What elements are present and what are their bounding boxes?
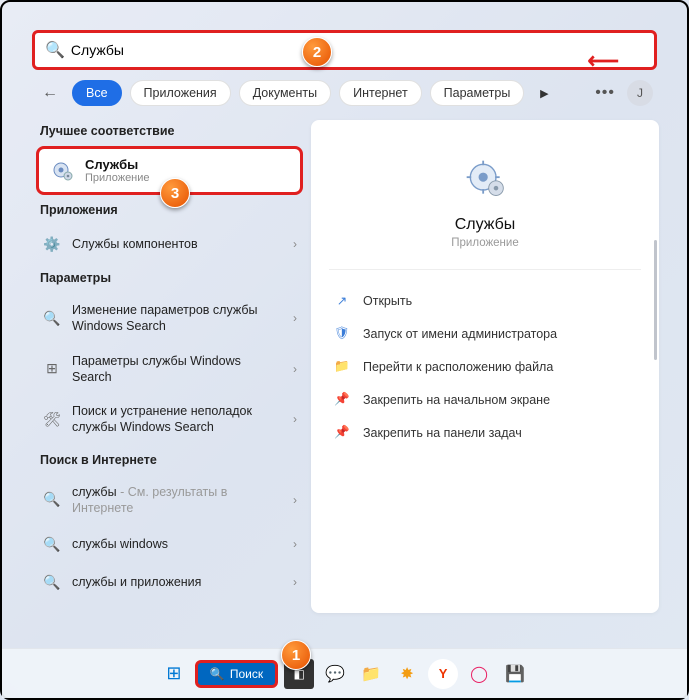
settings-result-item[interactable]: 🛠 Поиск и устранение неполадок службы Wi… <box>36 394 303 445</box>
admin-icon: 🛡 <box>333 326 351 341</box>
action-label: Закрепить на начальном экране <box>363 393 550 407</box>
explorer-icon[interactable]: 📁 <box>356 659 386 689</box>
result-label: службы windows <box>72 536 283 552</box>
search-icon: 🔍 <box>42 572 62 592</box>
filter-tabs: ← Все Приложения Документы Интернет Пара… <box>22 70 667 116</box>
action-label: Перейти к расположению файла <box>363 360 553 374</box>
action-open[interactable]: ↗ Открыть <box>329 284 641 317</box>
best-match-header: Лучшее соответствие <box>40 124 303 138</box>
preview-title: Службы <box>329 216 641 234</box>
user-avatar[interactable]: J <box>627 80 653 106</box>
action-label: Закрепить на панели задач <box>363 426 522 440</box>
start-button[interactable]: ⊞ <box>159 659 189 689</box>
preview-app-icon <box>462 156 508 202</box>
chevron-right-icon: › <box>293 412 297 426</box>
open-icon: ↗ <box>333 293 351 308</box>
settings-result-item[interactable]: ⊞ Параметры службы Windows Search › <box>36 344 303 395</box>
settings-icon: ⊞ <box>42 359 62 379</box>
more-options-button[interactable]: ••• <box>595 84 615 102</box>
search-icon: 🔍 <box>42 534 62 554</box>
scrollbar[interactable] <box>654 240 657 360</box>
web-result-item[interactable]: 🔍 службы и приложения › <box>36 563 303 601</box>
annotation-badge-2: 2 <box>302 37 332 67</box>
app-result-item[interactable]: ⚙️ Службы компонентов › <box>36 225 303 263</box>
save-icon[interactable]: 💾 <box>500 659 530 689</box>
tab-docs[interactable]: Документы <box>239 80 331 106</box>
opera-icon[interactable]: ◯ <box>464 659 494 689</box>
annotation-badge-3: 3 <box>160 178 190 208</box>
troubleshoot-icon: 🛠 <box>42 409 62 429</box>
pin-icon: 📌 <box>333 392 351 407</box>
tab-apps[interactable]: Приложения <box>130 80 231 106</box>
action-pin-taskbar[interactable]: 📌 Закрепить на панели задач <box>329 416 641 449</box>
action-pin-start[interactable]: 📌 Закрепить на начальном экране <box>329 383 641 416</box>
result-label: Параметры службы Windows Search <box>72 353 283 386</box>
taskbar: ⊞ 🔍 Поиск ◧ 💬 📁 ✸ Y ◯ 💾 <box>2 648 687 698</box>
chevron-right-icon: › <box>293 537 297 551</box>
back-button[interactable]: ← <box>36 84 64 102</box>
result-label: Изменение параметров службы Windows Sear… <box>72 302 283 335</box>
chevron-right-icon: › <box>293 362 297 376</box>
yandex-icon[interactable]: Y <box>428 659 458 689</box>
search-box[interactable]: 🔍 <box>32 30 657 70</box>
action-label: Открыть <box>363 294 412 308</box>
more-tabs-button[interactable]: ▶ <box>532 81 556 105</box>
search-icon: 🔍 <box>42 490 62 510</box>
chevron-right-icon: › <box>293 311 297 325</box>
result-label: службы и приложения <box>72 574 283 590</box>
preview-panel: Службы Приложение ↗ Открыть 🛡 Запуск от им… <box>311 120 659 613</box>
search-input[interactable] <box>65 42 644 58</box>
chat-icon[interactable]: 💬 <box>320 659 350 689</box>
annotation-badge-1: 1 <box>281 640 311 670</box>
settings-icon: 🔍 <box>42 308 62 328</box>
tab-params[interactable]: Параметры <box>430 80 525 106</box>
result-label: службы - См. результаты в Интернете <box>72 484 283 517</box>
result-label: Поиск и устранение неполадок службы Wind… <box>72 403 283 436</box>
tab-all[interactable]: Все <box>72 80 122 106</box>
chevron-right-icon: › <box>293 575 297 589</box>
params-header: Параметры <box>40 271 303 285</box>
preview-subtitle: Приложение <box>329 237 641 249</box>
pin-icon: 📌 <box>333 425 351 440</box>
result-label: Службы компонентов <box>72 236 283 252</box>
action-file-location[interactable]: 📁 Перейти к расположению файла <box>329 350 641 383</box>
folder-icon: 📁 <box>333 359 351 374</box>
search-icon: 🔍 <box>45 40 65 60</box>
settings-result-item[interactable]: 🔍 Изменение параметров службы Windows Se… <box>36 293 303 344</box>
app-icon[interactable]: ✸ <box>392 659 422 689</box>
action-run-admin[interactable]: 🛡 Запуск от имени администратора <box>329 317 641 350</box>
chevron-right-icon: › <box>293 493 297 507</box>
search-window: 🔍 ⟵ ← Все Приложения Документы Интернет … <box>22 22 667 623</box>
web-header: Поиск в Интернете <box>40 453 303 467</box>
component-services-icon: ⚙️ <box>42 234 62 254</box>
web-result-item[interactable]: 🔍 службы windows › <box>36 525 303 563</box>
services-gear-icon <box>49 158 75 184</box>
web-result-item[interactable]: 🔍 службы - См. результаты в Интернете › <box>36 475 303 526</box>
search-label: Поиск <box>230 667 263 681</box>
best-match-title: Службы <box>85 157 150 172</box>
best-match-subtitle: Приложение <box>85 172 150 184</box>
chevron-right-icon: › <box>293 237 297 251</box>
taskbar-search-button[interactable]: 🔍 Поиск <box>195 660 278 688</box>
annotation-arrow: ⟵ <box>587 48 619 74</box>
tab-web[interactable]: Интернет <box>339 80 422 106</box>
search-icon: 🔍 <box>210 667 225 681</box>
action-label: Запуск от имени администратора <box>363 327 557 341</box>
